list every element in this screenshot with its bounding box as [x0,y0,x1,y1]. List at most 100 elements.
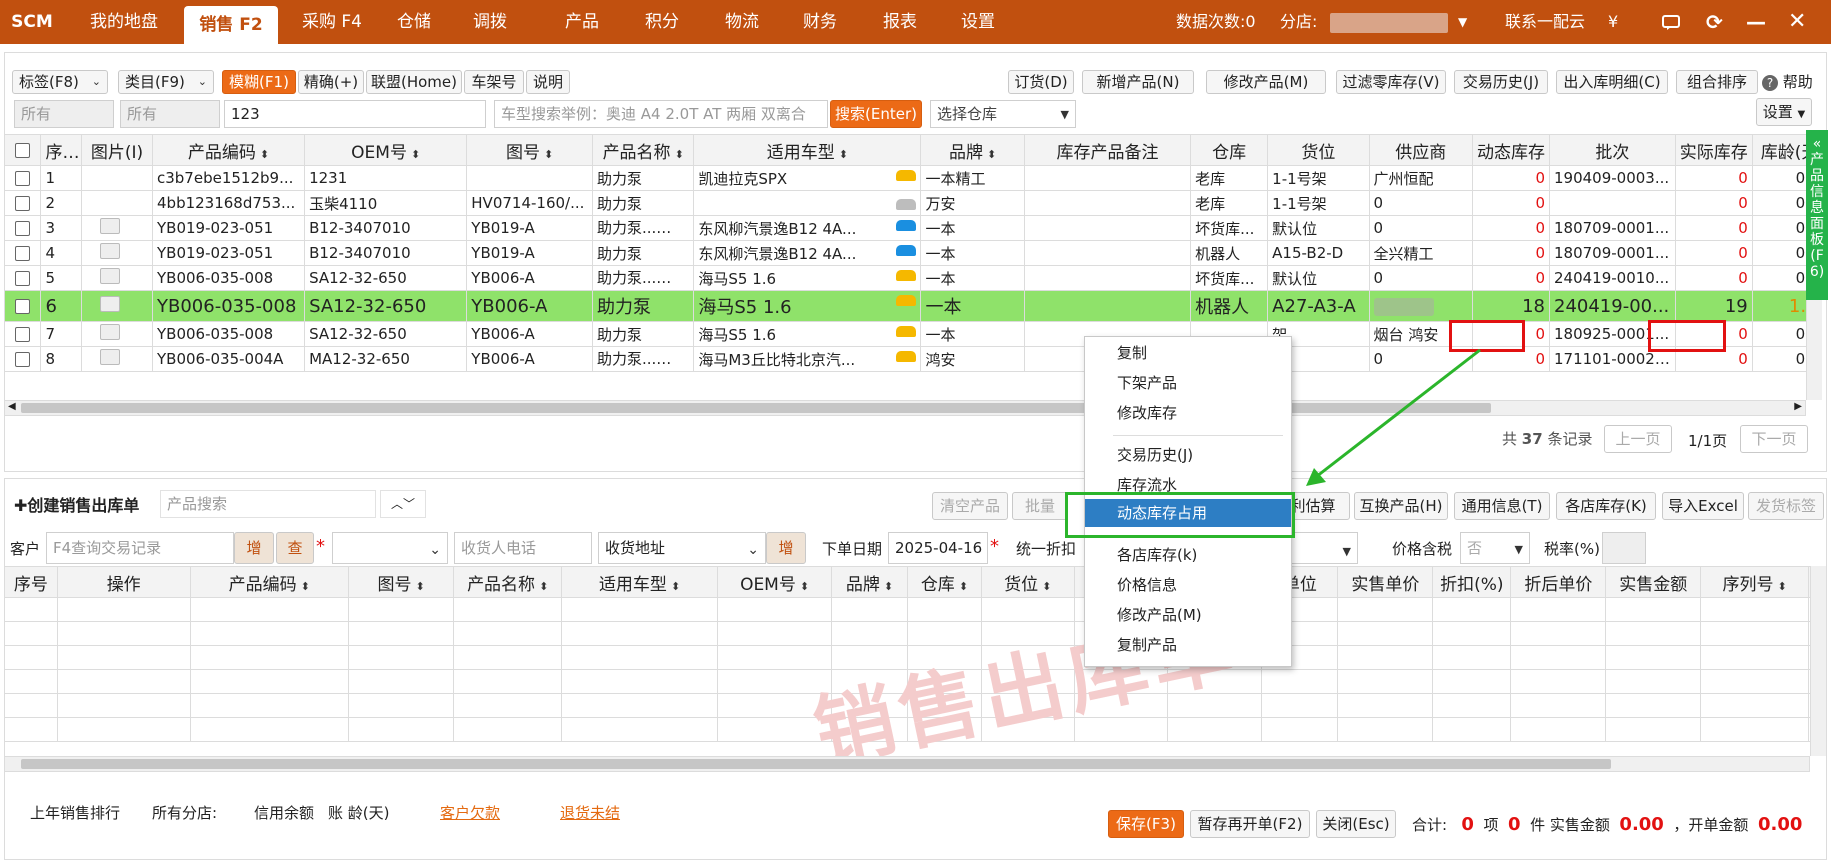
order-cell[interactable] [907,597,982,622]
warehouse-cell[interactable]: 老库 [1190,190,1269,216]
order-cell[interactable] [1432,597,1512,622]
column-header[interactable]: 适用车型 ⬍ [693,134,922,166]
order-cell[interactable] [189,717,349,742]
order-cell[interactable] [717,597,833,622]
order-cell[interactable] [189,597,349,622]
combo-sort-button[interactable]: 组合排序 [1676,70,1758,94]
order-goods-button[interactable]: 订货(D) [1008,70,1074,94]
row-checkbox[interactable] [15,221,31,236]
column-header[interactable]: 图片(I) [81,134,153,166]
sort-icon[interactable]: ⬍ [839,148,848,161]
row-number-cell[interactable]: 2 [40,190,83,216]
order-cell[interactable] [1337,645,1434,670]
brand-cell[interactable]: 一本精工 [920,165,1025,191]
column-header[interactable]: 产品名称 ⬍ [591,134,695,166]
order-cell[interactable] [56,645,191,670]
oem-number-cell[interactable]: SA12-32-650 [304,265,468,291]
product-name-cell[interactable]: 助力泵 [591,290,695,322]
prev-page-button[interactable]: 上一页 [1604,425,1672,453]
filter-input-2[interactable]: 所有 [120,100,220,128]
order-column-header[interactable]: 适用车型 ⬍ [560,566,719,598]
row-number-cell[interactable]: 5 [40,265,83,291]
figure-number-cell[interactable] [466,165,593,191]
row-checkbox-cell[interactable] [4,346,42,372]
figure-number-cell[interactable]: HV0714-160/... [466,190,593,216]
car-model-cell[interactable]: 海马M3丘比特北京汽... [693,346,922,372]
order-cell[interactable] [1510,621,1607,646]
last-year-ranking-link[interactable]: 上年销售排行 [30,802,120,823]
stock-age-cell[interactable]: 0.00 [1751,321,1806,347]
category-select[interactable]: 类目(F9) ⌄ [118,70,214,94]
column-header[interactable]: 实际库存 [1674,134,1753,166]
row-checkbox-cell[interactable] [4,290,42,322]
row-checkbox[interactable] [15,352,31,367]
order-cell[interactable] [1337,621,1434,646]
batch-cell[interactable]: 180709-0001... [1549,240,1676,266]
car-model-cell[interactable]: 海马S5 1.6 [693,290,922,322]
sort-icon[interactable]: ⬍ [260,148,269,161]
order-column-header[interactable]: 图号 ⬍ [347,566,455,598]
mode-fuzzy-tab[interactable]: 模糊(F1) [222,70,296,94]
actual-stock-cell[interactable]: 0 [1674,215,1753,241]
settings-dropdown[interactable]: 设置 ▼ [1756,98,1812,126]
order-cell[interactable] [1261,669,1339,694]
product-image-cell[interactable] [81,346,153,372]
order-cell[interactable] [56,693,191,718]
stock-age-cell[interactable]: 0.00 [1751,346,1806,372]
figure-number-cell[interactable]: YB006-A [466,290,593,322]
help-link[interactable]: ? 帮助 [1762,70,1813,94]
order-column-header[interactable]: 产品名称 ⬍ [453,566,562,598]
table-row[interactable]: 4 YB019-023-051 B12-3407010 YB019-A 助力泵 东风柳汽景… [4,240,1806,266]
product-code-cell[interactable]: c3b7ebe1512b9... [151,165,306,191]
row-checkbox[interactable] [15,196,31,211]
order-column-header[interactable]: 折扣(%) [1432,566,1512,598]
oem-number-cell[interactable]: 玉柴4110 [304,190,468,216]
row-checkbox-cell[interactable] [4,190,42,216]
refresh-icon[interactable]: ⟳ [1706,0,1723,44]
stock-age-cell[interactable]: 0.00 [1751,240,1806,266]
order-cell[interactable] [1700,621,1809,646]
unsettled-returns-link[interactable]: 退货未结 [560,802,620,823]
location-cell[interactable]: 默认位 [1267,215,1370,241]
product-name-cell[interactable]: 助力泵... [591,265,695,291]
stock-age-cell[interactable]: 0.00 [1751,165,1806,191]
mode-desc-tab[interactable]: 说明 [526,70,570,94]
order-cell[interactable] [1166,717,1263,742]
oem-number-cell[interactable]: B12-3407010 [304,240,468,266]
query-customer-button[interactable]: 查 [276,532,314,564]
menu-store-stock[interactable]: 各店库存(k) [1085,541,1291,569]
row-checkbox-cell[interactable] [4,215,42,241]
order-cell[interactable] [1337,597,1434,622]
product-image-cell[interactable] [81,240,153,266]
brand-cell[interactable]: 一本 [920,321,1025,347]
column-header[interactable]: OEM号 ⬍ [304,134,468,166]
contact-link[interactable]: 联系一配云 [1505,0,1585,44]
supplier-cell[interactable]: 广州恒配 [1368,165,1473,191]
order-cell[interactable] [1605,717,1702,742]
tab-products[interactable]: 产品 [552,0,612,44]
customer-input[interactable]: F4查询交易记录 [46,532,234,564]
order-cell[interactable] [1700,717,1809,742]
batch-cell[interactable]: 240419-00... [1549,290,1676,322]
order-cell[interactable] [347,597,455,622]
order-cell[interactable] [560,717,719,742]
tab-sales[interactable]: 销售 F2 [184,6,278,44]
order-column-header[interactable]: 序号 [4,566,58,598]
order-cell[interactable] [1261,717,1339,742]
product-code-cell[interactable]: YB006-035-008 [151,265,306,291]
discount-select[interactable]: ▼ [1290,532,1358,564]
order-cell[interactable] [831,621,908,646]
row-number-cell[interactable]: 8 [40,346,83,372]
stock-age-cell[interactable]: 0.00 [1751,215,1806,241]
column-header[interactable]: 序号 [40,134,83,166]
select-all-checkbox-header[interactable] [4,134,42,166]
order-column-header[interactable]: 仓库 ⬍ [907,566,982,598]
tab-finance[interactable]: 财务 [790,0,850,44]
chevron-down-icon[interactable]: ﹀ [403,497,415,511]
order-cell[interactable] [56,597,191,622]
column-header[interactable]: 图号 ⬍ [466,134,593,166]
batch-cell[interactable] [1549,190,1676,216]
stock-note-cell[interactable] [1023,240,1192,266]
scrollbar-thumb[interactable] [21,759,1611,769]
contact-select[interactable]: ⌄ [332,532,448,564]
